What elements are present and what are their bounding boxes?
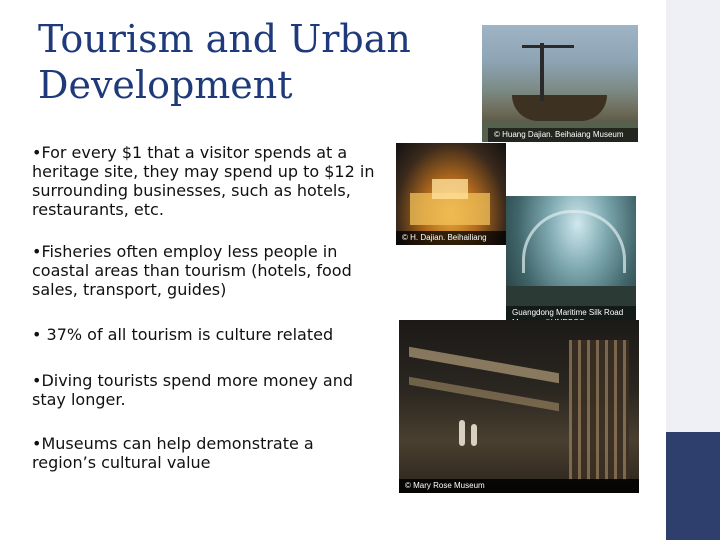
photo-detail <box>569 340 629 480</box>
photo-detail <box>459 420 465 446</box>
photo-mary-rose: © Mary Rose Museum <box>399 320 639 493</box>
bullet-text: For every $1 that a visitor spends at a … <box>32 143 375 219</box>
photo-maritime-museum: Guangdong Maritime Silk Road Museum ©UNE… <box>506 196 636 336</box>
photo-detail <box>471 424 477 446</box>
slide-title: Tourism and Urban Development <box>38 17 411 107</box>
bullet-item-3: • 37% of all tourism is culture related <box>32 325 382 344</box>
photo-detail <box>409 376 559 412</box>
bullet-item-4: •Diving tourists spend more money and st… <box>32 371 382 409</box>
bullet-text: Museums can help demonstrate a region’s … <box>32 434 314 472</box>
bullet-text: Diving tourists spend more money and sta… <box>32 371 354 409</box>
photo-caption: © H. Dajian. Beihailiang <box>396 231 506 245</box>
photo-detail <box>432 179 468 199</box>
bullet-text: 37% of all tourism is culture related <box>41 325 334 344</box>
bullet-item-1: •For every $1 that a visitor spends at a… <box>32 143 392 219</box>
photo-detail <box>540 43 544 101</box>
photo-detail <box>522 45 574 48</box>
photo-caption: © Mary Rose Museum <box>399 479 639 493</box>
side-decor-block <box>666 432 720 540</box>
slide: Tourism and Urban Development •For every… <box>0 0 720 540</box>
photo-detail <box>522 210 626 273</box>
bullet-text: Fisheries often employ less people in co… <box>32 242 352 299</box>
bullet-item-2: •Fisheries often employ less people in c… <box>32 242 382 299</box>
bullet-item-5: •Museums can help demonstrate a region’s… <box>32 434 342 472</box>
photo-caption: © Huang Dajian. Beihaiang Museum <box>488 128 638 142</box>
photo-detail <box>512 95 607 121</box>
photo-ship-dock: © Huang Dajian. Beihaiang Museum <box>482 25 638 142</box>
photo-detail <box>409 346 559 384</box>
photo-museum-night: © H. Dajian. Beihailiang <box>396 143 506 245</box>
